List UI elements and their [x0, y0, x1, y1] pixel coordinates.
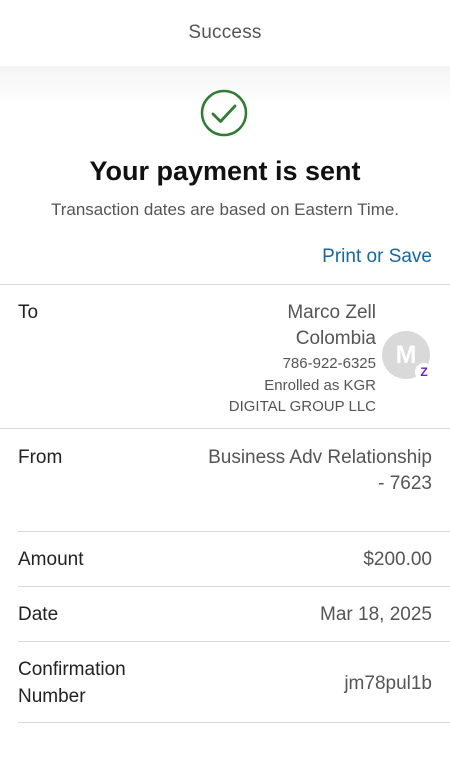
divider [18, 586, 450, 587]
recipient-phone: 786-922-6325 [282, 355, 376, 372]
payment-success-screen: Success Your payment is sent Transaction… [0, 0, 450, 763]
divider [0, 284, 450, 285]
recipient-enrolled: Enrolled as KGR [264, 377, 376, 394]
avatar-initial: M [395, 340, 417, 369]
from-account: Business Adv Relationship [208, 447, 432, 468]
recipient-name-line2: Colombia [295, 328, 376, 349]
from-account-number: - 7623 [378, 473, 432, 494]
success-headline: Your payment is sent [89, 156, 361, 186]
amount-value: $200.00 [363, 549, 432, 570]
divider [0, 428, 450, 429]
recipient-name: Marco Zell [287, 302, 376, 323]
confirmation-number-label: Confirmation [18, 659, 126, 680]
amount-label: Amount [18, 549, 84, 570]
confirmation-number-label-line2: Number [18, 686, 86, 707]
zelle-icon: Z [415, 363, 433, 381]
top-bar: Success [0, 0, 450, 67]
check-circle-icon [200, 89, 248, 137]
date-label: Date [18, 604, 59, 625]
timezone-note: Transaction dates are based on Eastern T… [50, 200, 400, 219]
divider [18, 641, 450, 642]
to-label: To [18, 302, 39, 323]
recipient-enrolled-line2: DIGITAL GROUP LLC [228, 398, 376, 415]
from-label: From [18, 447, 63, 468]
page-title: Success [188, 22, 262, 43]
date-value: Mar 18, 2025 [320, 604, 432, 625]
divider [18, 722, 450, 723]
confirmation-number-value: jm78pul1b [344, 673, 432, 694]
print-or-save-link[interactable]: Print or Save [322, 246, 432, 268]
divider [18, 531, 450, 532]
